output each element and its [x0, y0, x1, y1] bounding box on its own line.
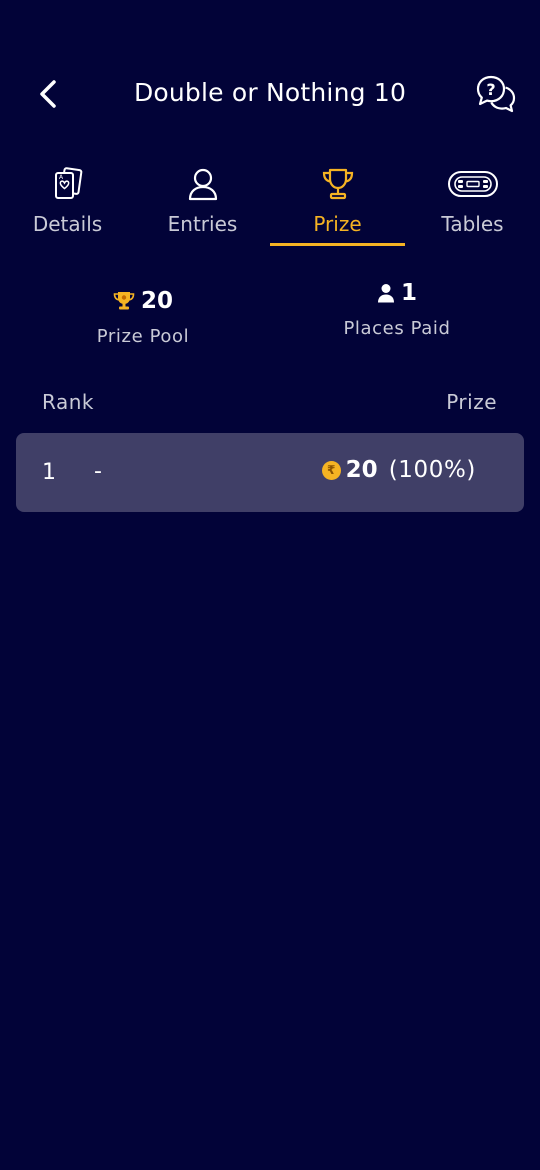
- help-chat-button[interactable]: ?: [474, 74, 518, 114]
- tab-label: Details: [32, 212, 103, 236]
- header: Double or Nothing 10 ?: [0, 60, 540, 130]
- trophy-icon: [322, 168, 353, 200]
- back-button[interactable]: [28, 74, 68, 114]
- trophy-icon: [113, 292, 135, 310]
- row-prize: ₹ 20 (100%): [321, 457, 476, 483]
- rank-column-header: Rank: [42, 390, 94, 414]
- page-title: Double or Nothing 10: [133, 78, 407, 107]
- rupee-coin-icon: ₹: [321, 460, 341, 480]
- tab-prize[interactable]: Prize: [270, 160, 405, 246]
- cards-icon: A: [54, 167, 82, 199]
- active-tab-indicator: [270, 243, 405, 246]
- tab-entries[interactable]: Entries: [135, 160, 270, 246]
- tab-bar: A Details Entries Prize Tables: [0, 160, 540, 246]
- prize-screen: Double or Nothing 10 ? A Details Entries…: [0, 0, 540, 1170]
- person-icon: [377, 284, 394, 303]
- person-icon: [188, 168, 217, 201]
- places-paid-label: Places Paid: [343, 318, 451, 339]
- tab-label: Entries: [167, 212, 238, 236]
- svg-text:?: ?: [486, 80, 495, 99]
- tab-details[interactable]: A Details: [0, 160, 135, 246]
- prize-pool-stat: 20 Prize Pool: [43, 284, 243, 354]
- prize-pool-value: 20: [140, 288, 173, 314]
- places-paid-value: 1: [400, 280, 417, 306]
- row-player: -: [94, 459, 102, 484]
- prize-column-header: Prize: [446, 390, 497, 414]
- prize-pool-label: Prize Pool: [96, 326, 190, 347]
- tab-label: Prize: [313, 212, 362, 236]
- row-prize-amount: 20: [345, 457, 378, 483]
- row-prize-percent: (100%): [388, 457, 476, 483]
- tab-label: Tables: [441, 212, 504, 236]
- tab-tables[interactable]: Tables: [405, 160, 540, 246]
- places-paid-stat: 1 Places Paid: [297, 276, 497, 346]
- chevron-left-icon: [40, 80, 56, 108]
- row-rank: 1: [42, 460, 56, 485]
- table-row: 1 - ₹ 20 (100%): [16, 433, 524, 512]
- poker-table-icon: [447, 171, 498, 197]
- help-chat-icon: ?: [476, 75, 516, 113]
